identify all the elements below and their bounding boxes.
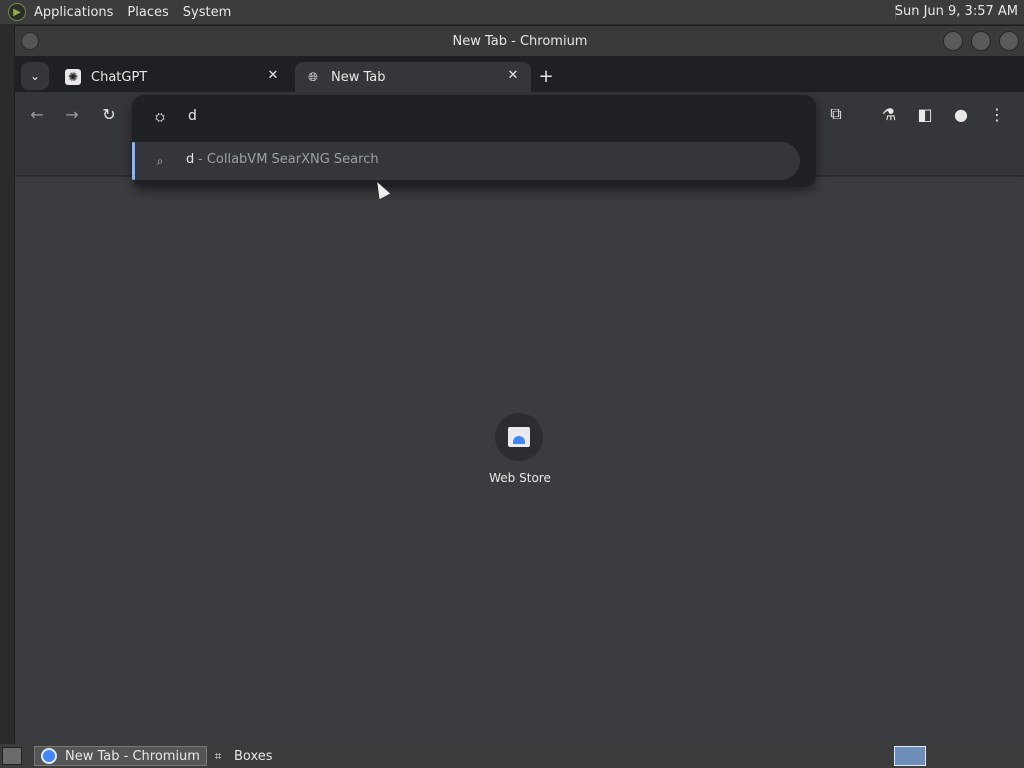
- tab-label: New Tab: [331, 69, 386, 85]
- applications-menu[interactable]: Applications: [34, 5, 113, 20]
- person-icon: ●: [954, 104, 968, 124]
- window-title: New Tab - Chromium: [452, 33, 588, 49]
- side-panel-button[interactable]: ◧: [913, 102, 937, 126]
- chromium-window: New Tab - Chromium ⌄ ✺ ChatGPT ✕ 🌐︎ New …: [14, 25, 1024, 744]
- tab-strip: ⌄ ✺ ChatGPT ✕ 🌐︎ New Tab ✕ +: [15, 56, 1024, 92]
- shortcut-web-store[interactable]: Web Store: [470, 413, 570, 503]
- tab-search-button[interactable]: ⌄: [21, 62, 49, 90]
- tab-label: ChatGPT: [91, 69, 148, 85]
- tab-chatgpt[interactable]: ✺ ChatGPT ✕: [55, 62, 291, 92]
- window-menu-button[interactable]: [21, 32, 39, 50]
- search-icon: ⌕: [156, 153, 164, 168]
- places-menu[interactable]: Places: [127, 5, 168, 20]
- web-store-icon: [508, 427, 530, 447]
- reload-icon: ↻: [102, 104, 116, 124]
- close-window-button[interactable]: [999, 31, 1019, 51]
- taskbar-item-chromium[interactable]: New Tab - Chromium: [34, 746, 207, 766]
- site-info-icon[interactable]: ⛭: [152, 109, 168, 125]
- arrow-left-icon: ←: [30, 104, 44, 124]
- top-panel: ▶ Applications Places System Sun Jun 9, …: [0, 0, 1024, 24]
- suggestion-selected-indicator: [132, 142, 135, 180]
- clock[interactable]: Sun Jun 9, 3:57 AM: [895, 4, 1018, 19]
- taskbar-label: New Tab - Chromium: [65, 748, 200, 764]
- system-menu[interactable]: System: [183, 5, 231, 20]
- suggestion-query: d: [186, 152, 195, 167]
- omnibox-popup: ⛭ d ⌕ d - CollabVM SearXNG Search: [132, 95, 816, 187]
- maximize-button[interactable]: [971, 31, 991, 51]
- suggestion-description: - CollabVM SearXNG Search: [198, 152, 379, 167]
- new-tab-button[interactable]: +: [534, 64, 558, 88]
- taskbar-label: Boxes: [234, 748, 273, 764]
- close-tab-icon[interactable]: ✕: [265, 68, 281, 84]
- bottom-panel: New Tab - Chromium ⌗ Boxes: [0, 744, 1024, 768]
- web-store-tile[interactable]: [495, 413, 543, 461]
- chevron-down-icon: ⌄: [29, 69, 41, 83]
- kebab-menu-icon: ⋮: [989, 104, 1005, 124]
- puzzle-icon: ⧉: [830, 104, 842, 123]
- window-controls: [943, 31, 1019, 51]
- openai-icon: ✺: [65, 69, 81, 85]
- flask-icon: ⚗: [881, 104, 897, 124]
- show-desktop-button[interactable]: [2, 747, 22, 765]
- workspace-switcher[interactable]: [894, 746, 926, 766]
- back-button[interactable]: ←: [25, 102, 49, 126]
- shortcut-label: Web Store: [489, 471, 551, 485]
- menu-button[interactable]: ⋮: [985, 102, 1009, 126]
- window-titlebar[interactable]: New Tab - Chromium: [15, 26, 1024, 56]
- apps-menu-icon[interactable]: ▶: [8, 3, 26, 21]
- taskbar-item-boxes[interactable]: ⌗ Boxes: [204, 746, 279, 766]
- labs-button[interactable]: ⚗: [877, 102, 901, 126]
- minimize-button[interactable]: [943, 31, 963, 51]
- forward-button[interactable]: →: [60, 102, 84, 126]
- side-panel-icon: ◧: [917, 104, 933, 124]
- plus-icon: +: [538, 65, 554, 87]
- new-tab-page: Web Store: [15, 177, 1024, 744]
- omnibox[interactable]: ⛭ d: [132, 95, 816, 139]
- close-tab-icon[interactable]: ✕: [505, 68, 521, 84]
- chromium-icon: [41, 748, 57, 764]
- globe-icon: 🌐︎: [308, 69, 318, 84]
- boxes-icon: ⌗: [214, 748, 222, 763]
- omnibox-suggestion[interactable]: ⌕ d - CollabVM SearXNG Search: [132, 142, 800, 180]
- reload-button[interactable]: ↻: [97, 102, 121, 126]
- arrow-right-icon: →: [65, 104, 79, 124]
- extensions-button[interactable]: ⧉: [824, 102, 848, 126]
- profile-button[interactable]: ●: [949, 102, 973, 126]
- omnibox-input[interactable]: d: [188, 108, 197, 124]
- tab-new-tab[interactable]: 🌐︎ New Tab ✕: [295, 62, 531, 92]
